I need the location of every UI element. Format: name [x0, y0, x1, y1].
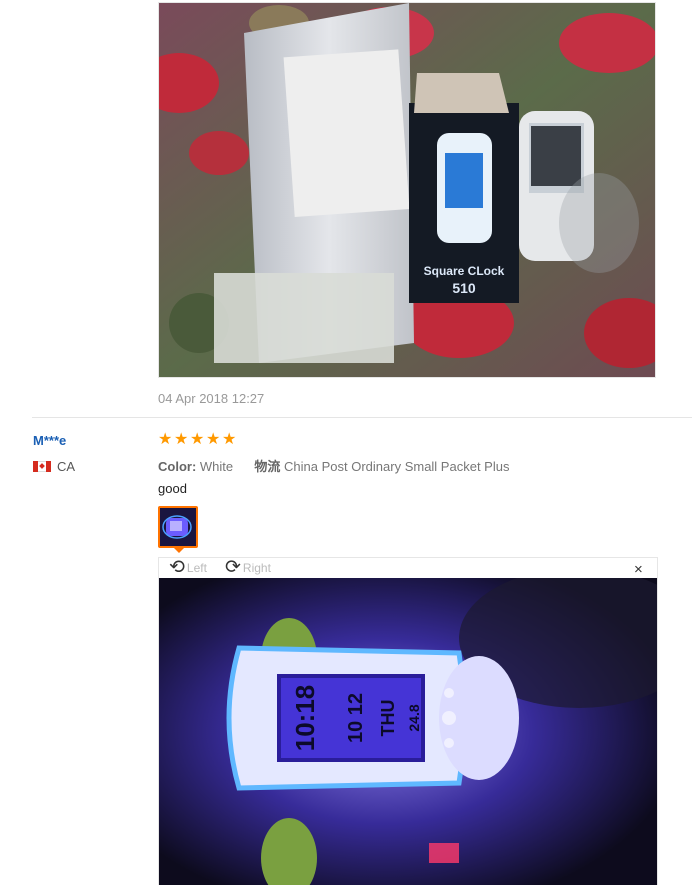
star-icon: ★: [222, 431, 237, 448]
thumbnail-pointer: [173, 547, 185, 553]
canada-flag-icon: [33, 461, 51, 472]
clock-time-display: 10:18: [290, 685, 320, 752]
rotate-right-label: Right: [242, 561, 271, 575]
country-code: CA: [57, 459, 76, 474]
box-label-line1: Square CLock: [424, 264, 505, 278]
thumbnail-graphic: [160, 508, 196, 546]
close-icon[interactable]: ×: [634, 561, 643, 578]
rotate-right-icon: ⟳: [225, 557, 241, 578]
color-value: White: [199, 459, 234, 474]
shipping-label: 物流: [254, 459, 281, 474]
rotate-left-label: Left: [186, 561, 207, 575]
star-icon: ★: [190, 431, 205, 448]
star-icon: ★: [158, 431, 173, 448]
review-meta: Color: White 物流 China Post Ordinary Smal…: [158, 456, 509, 475]
clock-date-display: 10 12: [345, 693, 367, 743]
box-label-line2: 510: [452, 280, 476, 296]
star-icon: ★: [174, 431, 189, 448]
rotate-left-button[interactable]: ⟲ Left: [169, 557, 207, 578]
color-label: Color:: [158, 459, 197, 474]
clock-day-display: THU: [378, 700, 398, 737]
clock-temp-display: 24.8: [406, 704, 422, 731]
review-thumbnail[interactable]: [158, 506, 198, 548]
rotate-left-icon: ⟲: [169, 557, 185, 578]
review-text: good: [158, 481, 187, 496]
clock-photo-graphic: 10:18 10 12 THU 24.8: [159, 578, 657, 885]
review-date: 04 Apr 2018 12:27: [158, 391, 265, 406]
review-divider: [32, 417, 692, 418]
review-photo-clock[interactable]: 10:18 10 12 THU 24.8: [159, 578, 657, 885]
reviewer-country: CA: [33, 459, 75, 474]
parcel-photo-graphic: Square CLock 510: [159, 3, 655, 377]
review-photo-parcel[interactable]: Square CLock 510: [158, 2, 656, 378]
star-rating: ★ ★ ★ ★ ★: [158, 431, 237, 448]
star-icon: ★: [206, 431, 221, 448]
shipping-value: China Post Ordinary Small Packet Plus: [284, 459, 510, 474]
rotate-right-button[interactable]: ⟳ Right: [225, 557, 271, 578]
reviewer-name[interactable]: M***e: [33, 433, 66, 448]
